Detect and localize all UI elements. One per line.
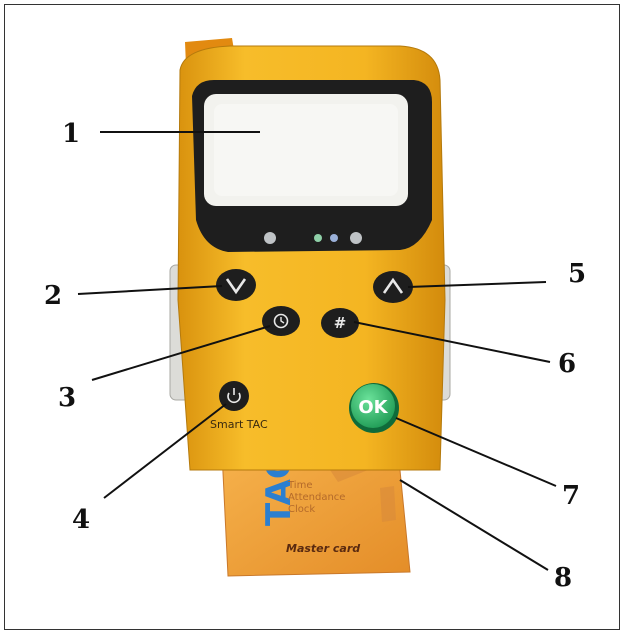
callout-6: 6	[558, 349, 576, 379]
callout-2: 2	[44, 281, 62, 311]
brand-label: Smart TAC	[210, 418, 268, 431]
ok-label: OK	[358, 397, 388, 418]
card-line-1: Time	[287, 480, 312, 491]
callout-8: 8	[554, 563, 572, 593]
callout-7: 7	[562, 481, 580, 511]
hash-button[interactable]: #	[321, 308, 359, 338]
hash-icon: #	[334, 314, 347, 332]
callout-3: 3	[58, 383, 76, 413]
clock-button[interactable]	[262, 306, 300, 336]
callout-1: 1	[62, 119, 80, 149]
card-line-3: Clock	[288, 504, 315, 515]
card-issuer: Master card	[286, 542, 360, 555]
callout-4: 4	[72, 505, 90, 535]
callout-5: 5	[568, 259, 586, 289]
card-line-2: Attendance	[288, 492, 345, 503]
device-body	[177, 45, 446, 471]
down-button[interactable]	[216, 269, 256, 301]
leader-line-8	[399, 479, 549, 571]
ok-button[interactable]: OK	[349, 383, 399, 433]
lcd-screen	[204, 94, 408, 206]
up-button[interactable]	[373, 271, 413, 303]
device-diagram: TAC Time Attendance Clock Master card # …	[44, 38, 586, 593]
